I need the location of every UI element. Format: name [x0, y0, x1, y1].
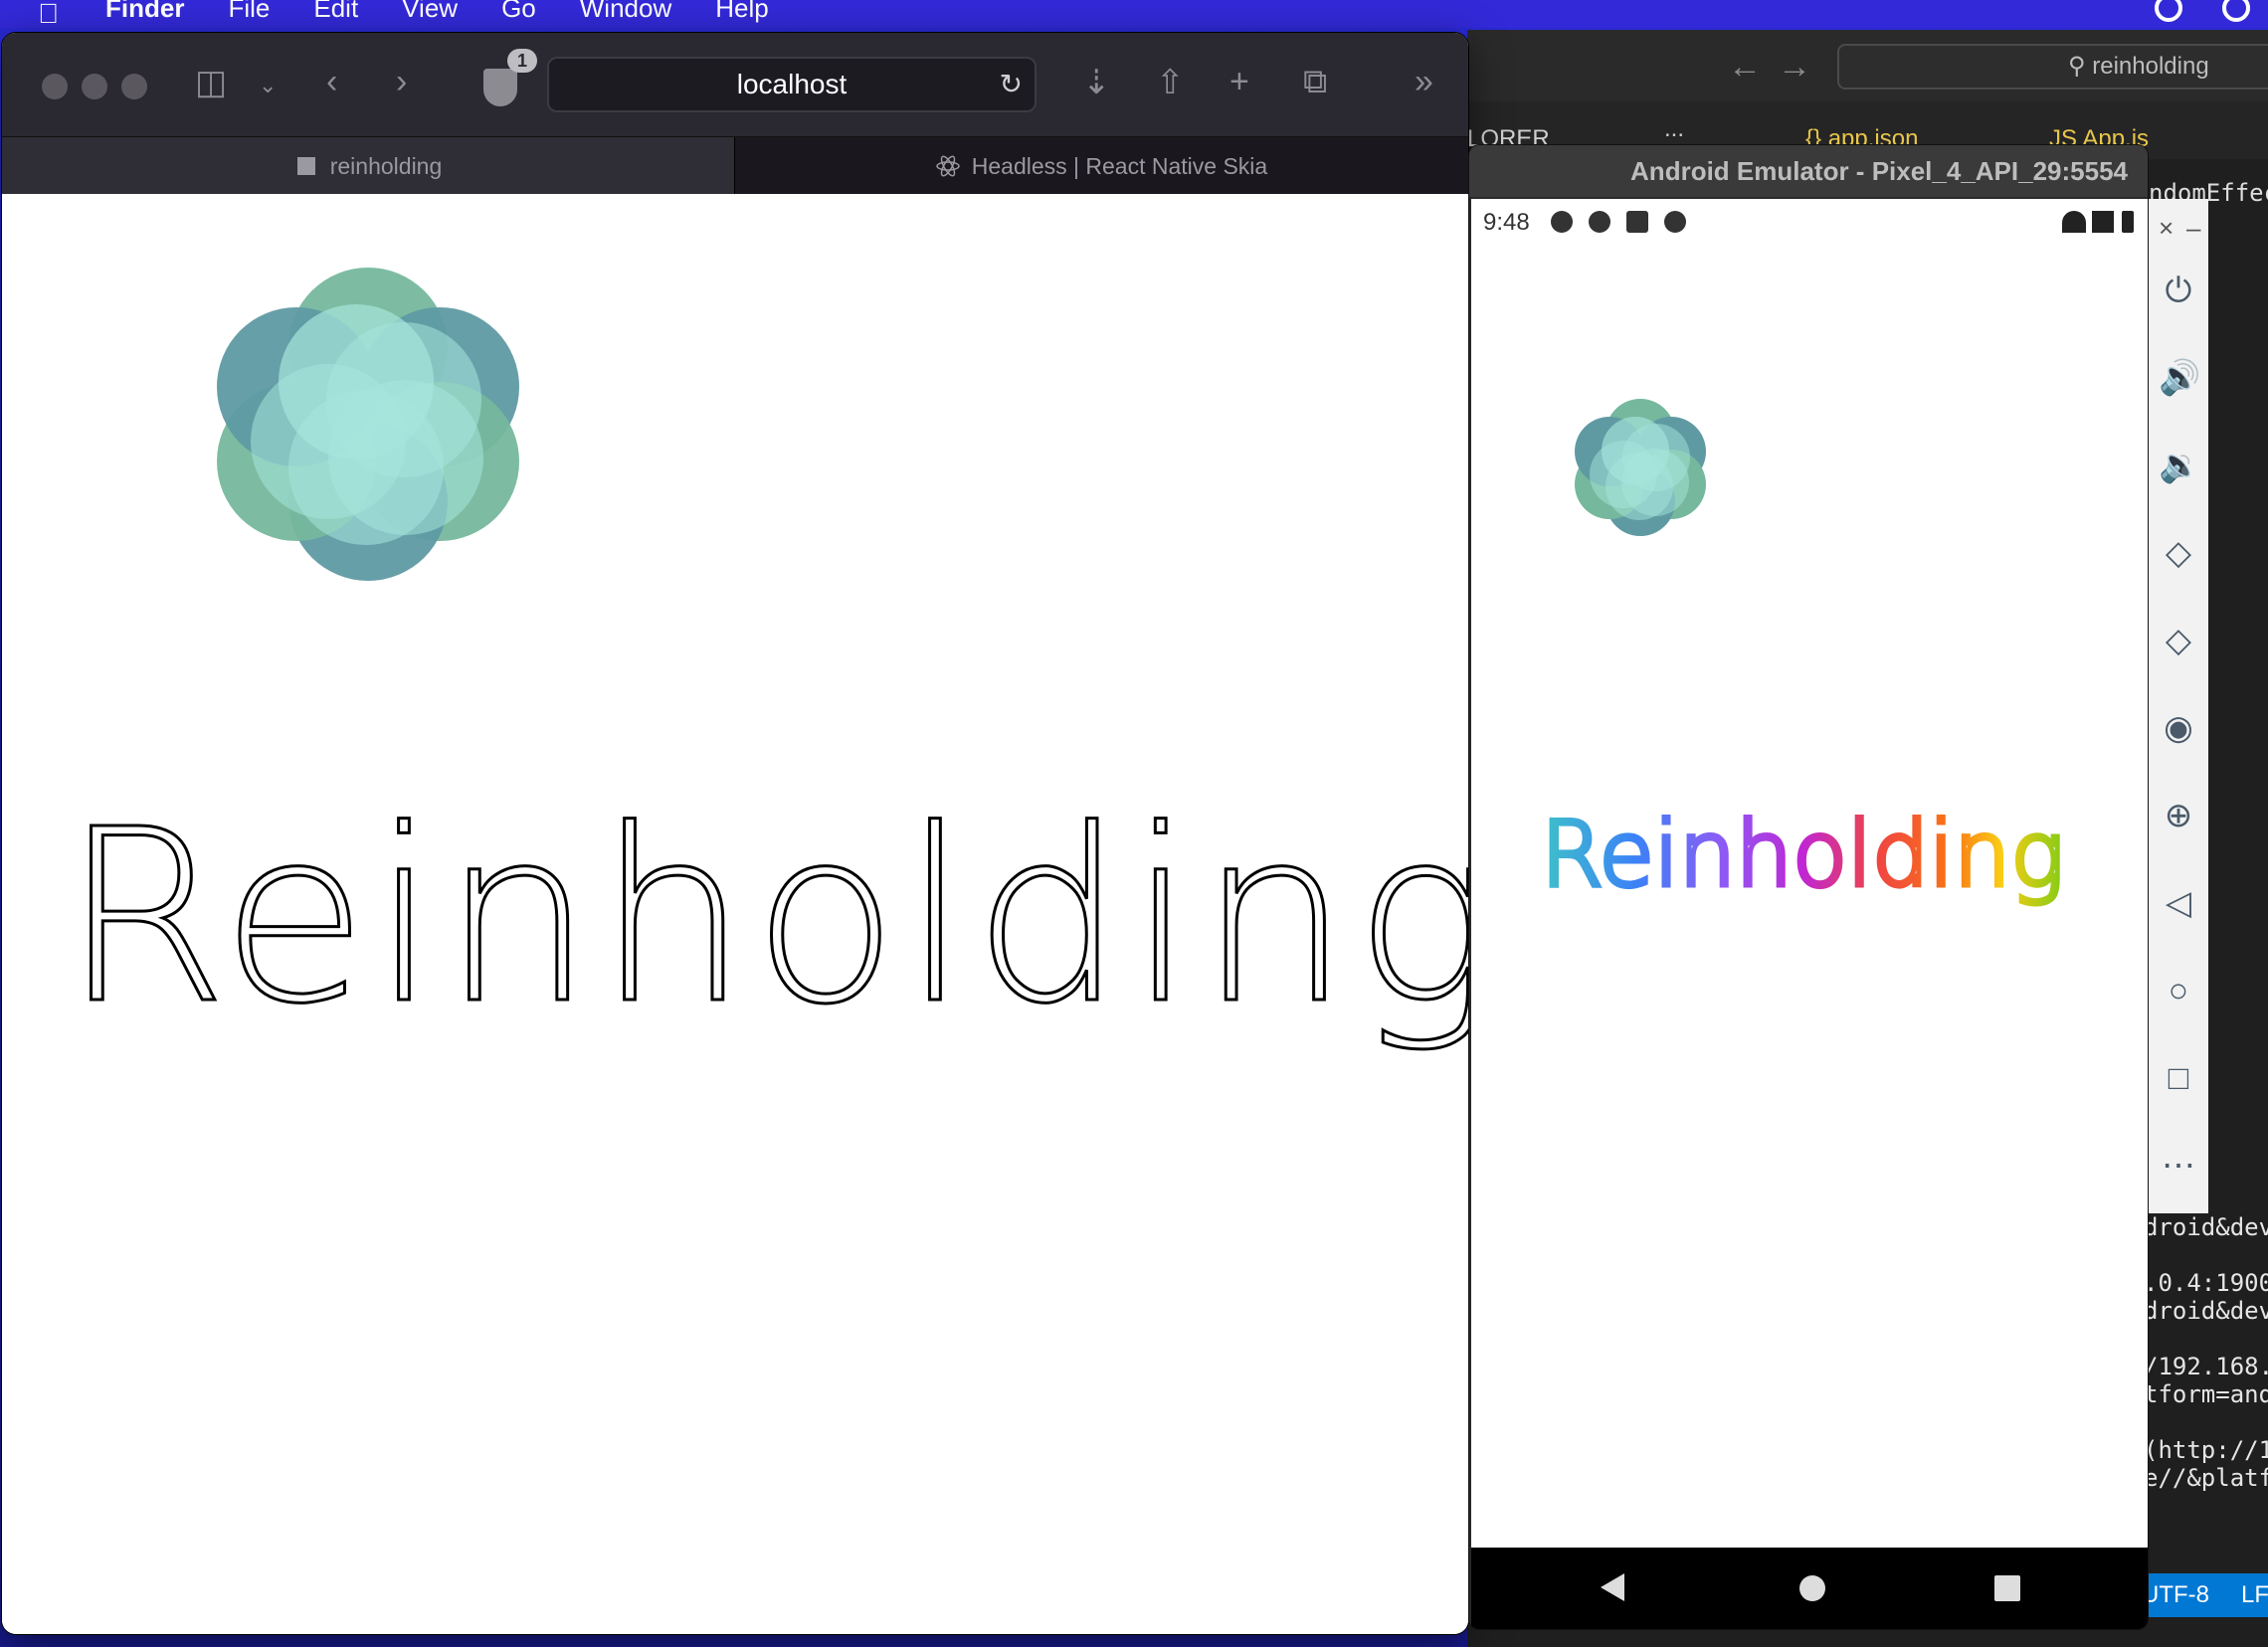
arrow-right-icon[interactable]: →: [1778, 48, 1811, 87]
minimize-window-button[interactable]: [82, 74, 107, 99]
search-text: reinholding: [2092, 53, 2209, 80]
menu-edit[interactable]: Edit: [313, 0, 358, 21]
tab-headless-skia[interactable]: Headless | React Native Skia: [734, 137, 1468, 195]
status-time: 9:48: [1483, 209, 1530, 236]
shield-badge: 1: [507, 49, 537, 73]
explorer-more-button[interactable]: ...: [1664, 115, 1684, 143]
menu-view[interactable]: View: [402, 0, 458, 21]
address-bar[interactable]: localhost ↻: [547, 57, 1037, 112]
more-chevron-icon[interactable]: »: [1415, 63, 1433, 101]
tab-label: reinholding: [329, 153, 443, 179]
nav-home-button[interactable]: [1799, 1575, 1825, 1601]
sidebar-icon[interactable]: ◫: [195, 63, 227, 102]
volume-up-icon[interactable]: 🔊: [2159, 358, 2200, 398]
vscode-titlebar: ← → ⚲ reinholding: [1467, 30, 2268, 101]
emulator-canvas: Reinholding: [1539, 399, 2067, 910]
nav-recents-button[interactable]: [1994, 1575, 2020, 1601]
power-icon[interactable]: ⏻: [2159, 271, 2198, 310]
status-icon[interactable]: [2155, 0, 2182, 22]
emulator-title: Android Emulator - Pixel_4_API_29:5554: [1469, 145, 2148, 197]
rotate-left-icon[interactable]: ◇: [2159, 533, 2198, 573]
sdcard-status-icon: [1626, 211, 1648, 233]
eol-status[interactable]: LF: [2241, 1573, 2268, 1617]
menu-help[interactable]: Help: [715, 0, 768, 21]
menubar-status-icons: [2155, 0, 2250, 22]
reinholding-gradient-text: Reinholding: [1541, 803, 2064, 907]
emulator-screen[interactable]: 9:48 Reinholding: [1471, 199, 2148, 1548]
arrow-left-icon[interactable]: ←: [1728, 48, 1762, 87]
zoom-window-button[interactable]: [121, 74, 147, 99]
close-window-button[interactable]: [42, 74, 68, 99]
skia-canvas: Reinholding: [61, 268, 1468, 1058]
zoom-icon[interactable]: ⊕: [2159, 796, 2198, 835]
encoding-status[interactable]: UTF-8: [2142, 1573, 2209, 1617]
safari-toolbar: ◫ ⌄ ‹ › 1 localhost ↻ ⇣ ⇧ + ⧉ »: [2, 33, 1468, 136]
terminal-output: droid&dev .0.4:1900 droid&dev /192.168. …: [2144, 1213, 2268, 1492]
camera-icon[interactable]: ◉: [2159, 708, 2198, 748]
back-icon[interactable]: ◁: [2159, 883, 2198, 923]
macos-menubar:  Finder File Edit View Go Window Help: [0, 0, 2268, 28]
menu-go[interactable]: Go: [501, 0, 536, 21]
apple-menu-icon[interactable]: : [0, 0, 60, 28]
more-icon[interactable]: ⋯: [2159, 1146, 2198, 1186]
new-tab-icon[interactable]: +: [1229, 63, 1249, 101]
emulator-controls-panel: × – ⏻ 🔊 🔉 ◇ ◇ ◉ ⊕ ◁ ○ □ ⋯: [2149, 199, 2208, 1213]
react-icon: [936, 155, 960, 177]
reinholding-outline-text: Reinholding: [62, 778, 1468, 1056]
android-navbar: [1471, 1548, 2148, 1629]
menu-file[interactable]: File: [228, 0, 270, 21]
favicon-icon: [296, 157, 315, 175]
android-status-icon: [1589, 211, 1610, 233]
volume-down-icon[interactable]: 🔉: [2159, 446, 2200, 485]
tab-overview-icon[interactable]: ⧉: [1303, 63, 1327, 101]
window-controls: [42, 74, 147, 99]
overview-icon[interactable]: □: [2159, 1058, 2198, 1098]
android-statusbar: 9:48: [1471, 199, 2148, 245]
home-icon[interactable]: ○: [2159, 971, 2198, 1010]
safari-tabbar: reinholding Headless | React Native Skia: [2, 136, 1468, 195]
rotate-right-icon[interactable]: ◇: [2159, 621, 2198, 660]
share-icon[interactable]: ⇧: [1156, 63, 1185, 102]
close-panel-icon[interactable]: ×: [2159, 213, 2174, 244]
command-center-search[interactable]: ⚲ reinholding: [1837, 44, 2268, 90]
play-status-icon[interactable]: [2222, 0, 2250, 22]
forward-icon[interactable]: ›: [396, 63, 407, 101]
back-icon[interactable]: ‹: [326, 63, 337, 101]
web-page-content: Reinholding: [2, 194, 1468, 1634]
chevron-down-icon[interactable]: ⌄: [259, 73, 277, 98]
wifi-icon: [2062, 211, 2086, 233]
minimize-panel-icon[interactable]: –: [2186, 213, 2200, 244]
battery-icon: [2122, 211, 2134, 233]
settings-status-icon: [1551, 211, 1573, 233]
menu-finder[interactable]: Finder: [105, 0, 184, 21]
privacy-shield-icon[interactable]: [483, 69, 517, 106]
signal-icon: [2092, 211, 2114, 233]
url-text: localhost: [736, 69, 848, 99]
nav-back-button[interactable]: [1601, 1573, 1624, 1601]
safari-window: ◫ ⌄ ‹ › 1 localhost ↻ ⇣ ⇧ + ⧉ » reinhold…: [2, 33, 1468, 1634]
flower-logo-small: [1575, 399, 1706, 536]
search-icon: ⚲: [2068, 53, 2093, 80]
tab-reinholding[interactable]: reinholding: [2, 137, 734, 195]
sync-status-icon: [1664, 211, 1686, 233]
android-emulator-window: Android Emulator - Pixel_4_API_29:5554 9…: [1469, 145, 2148, 1629]
reload-icon[interactable]: ↻: [1000, 59, 1023, 110]
flower-logo: [217, 268, 519, 581]
download-icon[interactable]: ⇣: [1082, 63, 1111, 102]
tab-label: Headless | React Native Skia: [971, 153, 1268, 179]
menu-window[interactable]: Window: [580, 0, 671, 21]
